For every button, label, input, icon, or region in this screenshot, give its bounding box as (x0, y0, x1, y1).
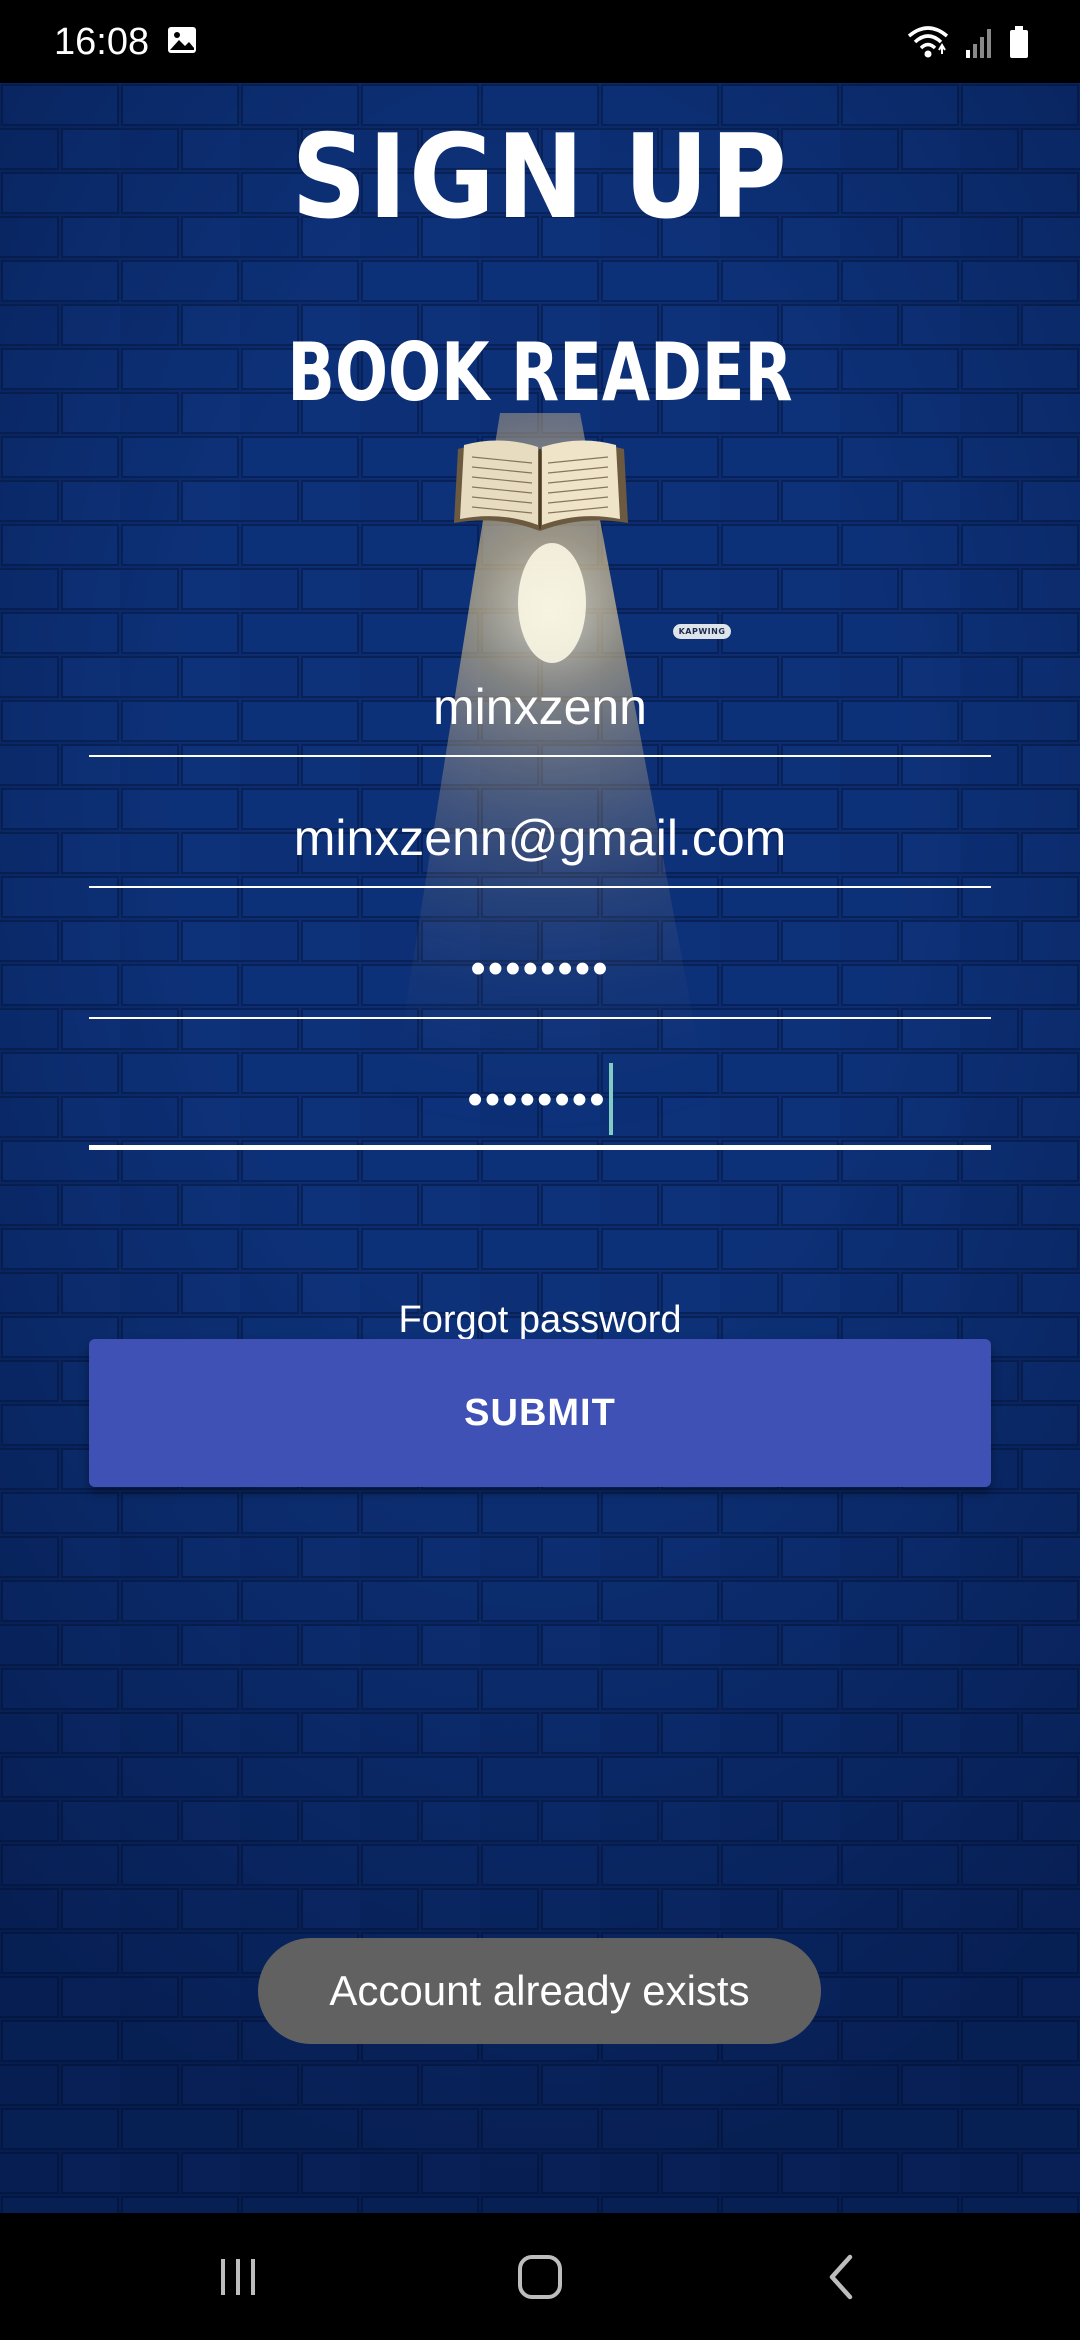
open-book-icon (454, 440, 628, 531)
confirm-password-value: •••••••• (467, 1075, 607, 1124)
username-value: minxzenn (433, 679, 647, 735)
page-title: SIGN UP (291, 110, 789, 245)
toast-message: Account already exists (258, 1938, 821, 2044)
confirm-password-field[interactable]: •••••••• (89, 1050, 991, 1150)
email-field[interactable]: minxzenn@gmail.com (89, 788, 991, 888)
home-icon (518, 2254, 562, 2299)
submit-button[interactable]: SUBMIT (89, 1339, 991, 1487)
username-field[interactable]: minxzenn (89, 657, 991, 757)
home-button[interactable] (460, 2213, 620, 2340)
recent-apps-icon (221, 2258, 255, 2295)
back-icon (829, 2254, 853, 2299)
sign-up-screen: 16:08 SIGN UP BOOK READER KAPWING minxze… (0, 0, 1080, 2340)
wifi-icon (907, 26, 949, 58)
status-time: 16:08 (54, 21, 150, 63)
text-cursor (608, 1062, 613, 1135)
back-button[interactable] (762, 2213, 922, 2340)
watermark-label: KAPWING (673, 624, 731, 639)
recent-apps-button[interactable] (158, 2213, 318, 2340)
password-field[interactable]: •••••••• (89, 919, 991, 1019)
signal-icon (966, 29, 991, 58)
battery-icon (1010, 26, 1028, 58)
password-value: •••••••• (470, 944, 610, 993)
app-background: SIGN UP BOOK READER KAPWING minxzenn min… (0, 83, 1080, 2213)
app-name: BOOK READER (287, 326, 793, 419)
navigation-bar (0, 2213, 1080, 2340)
status-icons (906, 20, 1030, 64)
email-value: minxzenn@gmail.com (293, 810, 787, 866)
status-bar: 16:08 (0, 0, 1080, 83)
gallery-icon (168, 27, 196, 53)
